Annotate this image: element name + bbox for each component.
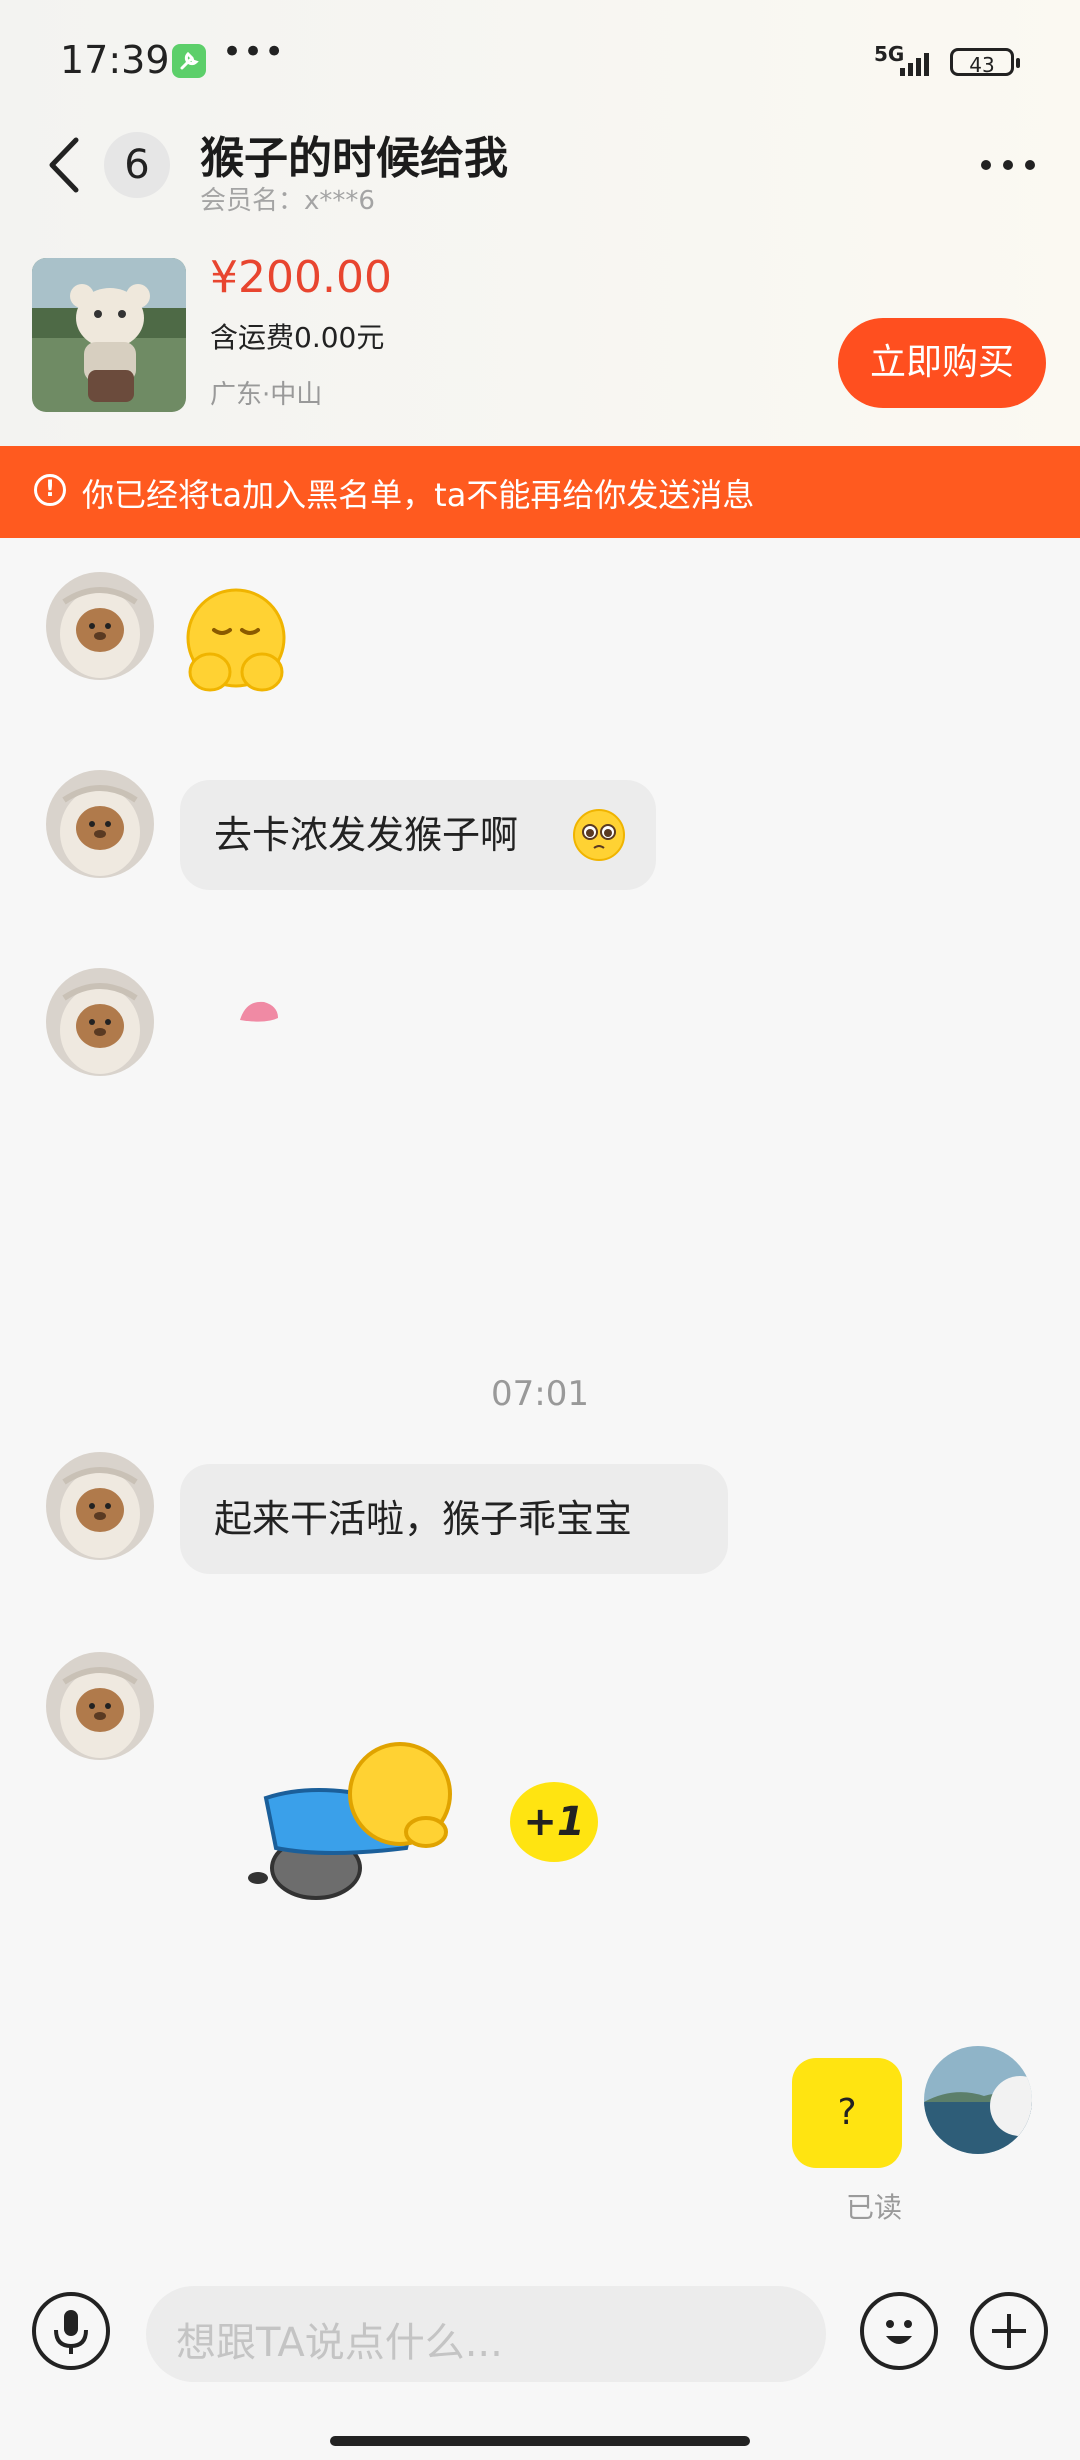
contact-avatar[interactable] [46, 770, 154, 878]
status-bar: 17:39 ••• 5G 43 [0, 0, 1080, 120]
contact-avatar[interactable] [46, 1652, 154, 1760]
more-actions-button[interactable] [970, 2292, 1048, 2370]
pleading-emoji-icon [573, 809, 625, 861]
sent-message-bubble[interactable]: ? [792, 2058, 902, 2168]
battery-icon: 43 [950, 48, 1020, 77]
contact-avatar[interactable] [46, 572, 154, 680]
message-text: 去卡浓发发猴子啊 [214, 813, 519, 857]
product-price: ¥200.00 [210, 252, 392, 303]
microphone-icon [54, 2310, 88, 2354]
member-name: 会员名：x***6 [200, 186, 375, 216]
voice-button[interactable] [32, 2292, 110, 2370]
signal-icon [900, 53, 929, 76]
input-placeholder: 想跟TA说点什么... [176, 2320, 503, 2366]
shy-emoji-sticker [186, 588, 286, 692]
unread-count-badge[interactable]: 6 [104, 132, 170, 198]
status-more-icon: ••• [222, 32, 286, 72]
blacklist-banner: ! 你已经将ta加入黑名单，ta不能再给你发送消息 [0, 446, 1080, 538]
read-status: 已读 [846, 2191, 903, 2224]
petal-sticker [240, 1001, 278, 1022]
message-bubble[interactable]: 起来干活啦，猴子乖宝宝 [180, 1464, 728, 1574]
warning-icon: ! [34, 474, 66, 506]
contact-avatar[interactable] [46, 1452, 154, 1560]
app-notification-icon [172, 44, 206, 78]
chat-title: 猴子的时候给我 [200, 133, 508, 184]
back-icon[interactable] [44, 130, 84, 200]
plus-one-badge: +1 [510, 1782, 598, 1862]
contact-avatar[interactable] [46, 968, 154, 1076]
plus-icon [992, 2314, 1026, 2348]
emoji-face-icon [886, 2320, 912, 2344]
product-image[interactable] [32, 258, 186, 412]
product-location: 广东·中山 [210, 380, 323, 410]
message-bubble[interactable]: 去卡浓发发猴子啊 [180, 780, 656, 890]
shipping-fee: 含运费0.00元 [210, 321, 385, 354]
kowtow-sticker [248, 1742, 452, 1900]
more-options-icon[interactable] [978, 150, 1038, 180]
my-avatar[interactable] [924, 2046, 1032, 2154]
home-indicator [330, 2436, 750, 2446]
status-time: 17:39 [60, 38, 170, 82]
buy-now-button[interactable]: 立即购买 [838, 318, 1046, 408]
banner-text: 你已经将ta加入黑名单，ta不能再给你发送消息 [82, 476, 755, 514]
message-timestamp: 07:01 [491, 1374, 589, 1414]
emoji-button[interactable] [860, 2292, 938, 2370]
message-input[interactable]: 想跟TA说点什么... [146, 2286, 826, 2382]
